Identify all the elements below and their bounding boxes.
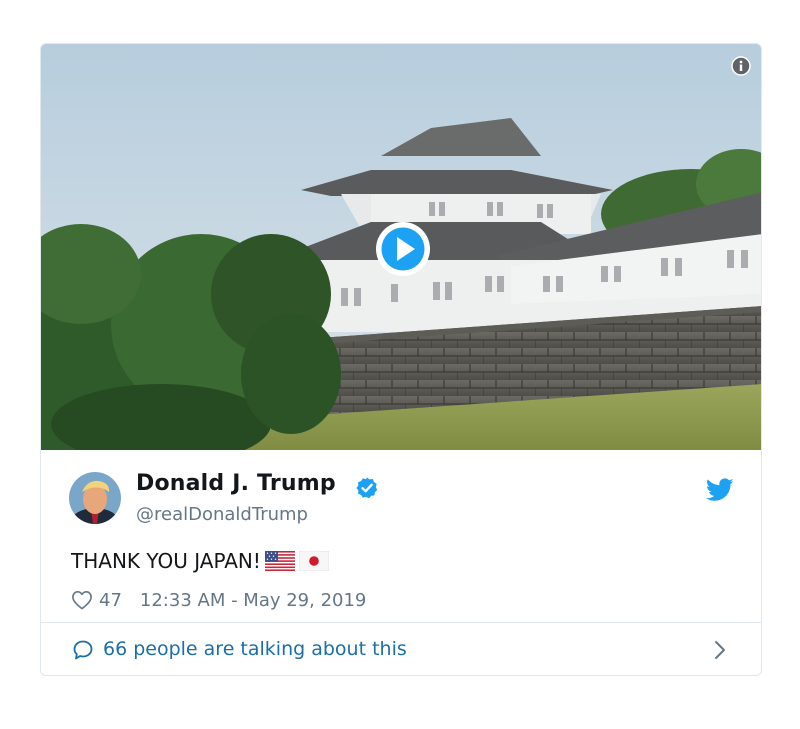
profile-photo xyxy=(69,472,121,524)
verified-badge-icon xyxy=(356,477,378,499)
like-button[interactable]: 47 xyxy=(71,590,122,611)
speech-bubble-icon xyxy=(73,640,93,660)
conversation-label: 66 people are talking about this xyxy=(103,638,407,660)
tweet-body: Donald J. Trump @realDonaldTrump THANK Y… xyxy=(41,450,761,622)
twitter-bird-icon[interactable] xyxy=(706,478,734,502)
like-count: 47 xyxy=(99,589,122,611)
tweet-meta: 47 12:33 AM - May 29, 2019 xyxy=(71,588,366,612)
avatar[interactable] xyxy=(69,472,121,524)
chevron-right-icon[interactable] xyxy=(713,640,727,660)
tweet-timestamp[interactable]: 12:33 AM - May 29, 2019 xyxy=(140,590,366,611)
embedded-tweet-card: Donald J. Trump @realDonaldTrump THANK Y… xyxy=(40,43,762,676)
author-name[interactable]: Donald J. Trump xyxy=(136,471,336,496)
us-flag-icon xyxy=(264,551,295,571)
conversation-link[interactable]: 66 people are talking about this xyxy=(41,623,761,675)
japan-flag-icon xyxy=(298,551,329,571)
play-icon[interactable] xyxy=(374,220,432,278)
tweet-text-content: THANK YOU JAPAN! xyxy=(71,549,261,573)
author-handle[interactable]: @realDonaldTrump xyxy=(136,504,308,525)
video-thumbnail[interactable] xyxy=(41,44,761,450)
info-icon[interactable] xyxy=(731,56,751,76)
tweet-text: THANK YOU JAPAN! xyxy=(71,549,329,573)
heart-icon xyxy=(72,591,92,610)
